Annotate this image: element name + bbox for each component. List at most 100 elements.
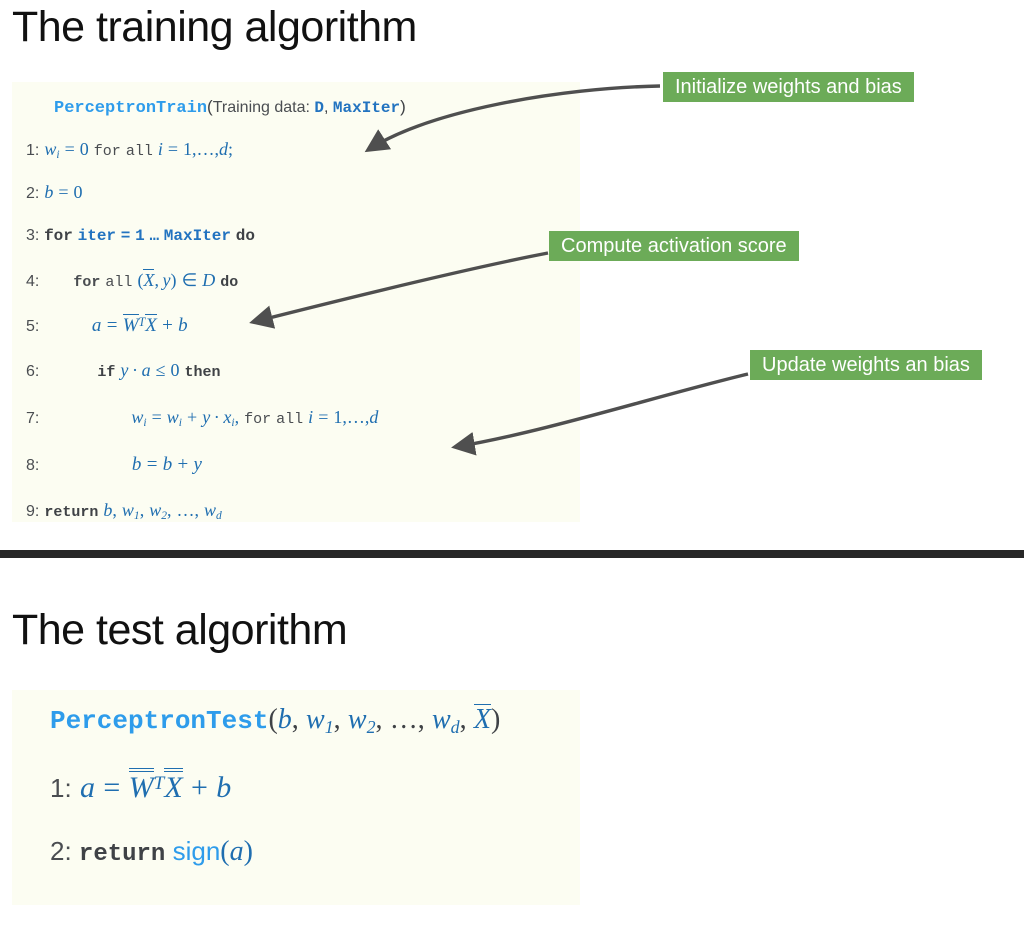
code-line-6: 6: if y · a ≤ 0 then: [26, 360, 221, 381]
line-number-1: 1:: [26, 142, 40, 159]
token-equals-3: =: [58, 182, 69, 202]
slide-divider: [0, 550, 1024, 558]
test-token-a: a: [80, 771, 96, 804]
token-d: d: [219, 139, 229, 159]
signature-arg-label: Training data:: [212, 99, 310, 116]
test-comma-1: ,: [291, 704, 299, 735]
token-maxiter: MaxIter: [163, 227, 232, 245]
token-comma-3: ,: [112, 500, 117, 520]
token-b-2: b: [178, 315, 188, 336]
signature-close-paren: ): [400, 97, 406, 116]
token-i: i: [157, 139, 163, 159]
keyword-do-2: do: [220, 274, 239, 291]
test-comma-4: ,: [417, 704, 425, 735]
token-equals-6: =: [151, 407, 162, 427]
token-zero-3: 0: [170, 360, 180, 380]
token-equals: =: [64, 139, 75, 159]
code-line-2: 2: b = 0: [26, 182, 83, 203]
training-slide: The training algorithm PerceptronTrain(T…: [0, 0, 1024, 552]
test-token-a-arg: a: [229, 836, 244, 867]
token-x-i: xi: [223, 407, 235, 430]
token-in: ∈: [181, 270, 198, 290]
token-w-i-3: wi: [166, 407, 182, 430]
code-line-1: 1: wi = 0 for all i = 1,…,d;: [26, 139, 233, 161]
test-token-W-bar-T: WT: [128, 768, 164, 804]
test-line-number-1: 1:: [50, 773, 72, 803]
test-token-lparen: (: [220, 836, 230, 867]
test-code-line-1: 1: a = WTX + b: [50, 768, 231, 805]
training-code-panel: PerceptronTrain(Training data: D, MaxIte…: [12, 82, 580, 522]
token-dot: ·: [128, 360, 142, 380]
test-signature-close-paren: ): [490, 704, 501, 735]
keyword-then: then: [184, 364, 221, 381]
token-comma-5: ,: [166, 500, 172, 520]
test-token-sign: sign: [172, 836, 221, 866]
code-line-7: 7: wi = wi + y · xi, for all i = 1,…,d: [26, 407, 378, 429]
token-w-1: w1: [121, 500, 140, 523]
token-plus-2: +: [187, 407, 198, 427]
code-line-3: 3: for iter = 1 … MaxIter do: [26, 225, 255, 245]
test-comma-5: ,: [459, 704, 467, 735]
token-zero: 0: [79, 139, 89, 159]
training-signature: PerceptronTrain(Training data: D, MaxIte…: [54, 97, 406, 118]
code-line-5: 5: a = WTX + b: [26, 314, 188, 337]
token-ellipsis: …: [149, 227, 160, 245]
code-line-9: 9: return b, w1, w2, …, wd: [26, 500, 222, 522]
token-all: all: [125, 143, 153, 160]
test-keyword-return: return: [78, 841, 166, 868]
test-code-panel: PerceptronTest(b, w1, w2, …, wd, X) 1: a…: [12, 690, 580, 905]
function-name-perceptron-train: PerceptronTrain: [54, 99, 208, 118]
token-y-3: y: [202, 407, 211, 427]
test-arg-w-1: w1: [306, 704, 334, 738]
token-semicolon: ;: [228, 139, 234, 159]
token-w-d: wd: [204, 500, 222, 523]
token-for-3: for: [244, 411, 272, 428]
line-number-5: 5:: [26, 318, 40, 335]
token-X-bar: X: [143, 269, 155, 290]
test-comma-2: ,: [333, 704, 341, 735]
token-d-2: d: [369, 407, 379, 427]
token-plus: +: [162, 315, 173, 336]
token-b-4: b: [162, 454, 173, 475]
token-ellipsis-2: …: [176, 500, 195, 520]
keyword-for: for: [44, 227, 73, 245]
test-signature: PerceptronTest(b, w1, w2, …, wd, X): [50, 704, 500, 738]
test-comma-3: ,: [375, 704, 383, 735]
code-line-4: 4: for all (X, y) ∈ D do: [26, 269, 238, 291]
code-line-8: 8: b = b + y: [26, 454, 202, 476]
token-comma-4: ,: [139, 500, 145, 520]
test-arg-w-2: w2: [347, 704, 376, 738]
test-token-plus: +: [190, 771, 208, 804]
test-token-equals: =: [103, 771, 121, 804]
token-w-i-2: wi: [131, 407, 147, 430]
test-slide: The test algorithm PerceptronTest(b, w1,…: [0, 558, 1024, 938]
token-X-bar-2: X: [145, 314, 157, 336]
signature-arg-d: D: [314, 99, 325, 117]
token-comma-6: ,: [194, 500, 200, 520]
token-equals-4: =: [120, 227, 131, 245]
line-number-4: 4:: [26, 273, 40, 290]
test-signature-open-paren: (: [268, 704, 278, 735]
token-a-2: a: [141, 360, 151, 380]
token-iter: iter: [77, 227, 117, 245]
line-number-7: 7:: [26, 410, 40, 427]
token-for: for: [93, 143, 121, 160]
token-range-2: 1,…,: [333, 407, 370, 427]
token-all-2: all: [105, 274, 133, 291]
test-code-line-2: 2: return sign(a): [50, 836, 253, 868]
test-arg-w-d: wd: [431, 704, 460, 738]
test-token-b: b: [216, 771, 232, 804]
test-line-number-2: 2:: [50, 836, 72, 866]
callout-compute-activation-score: Compute activation score: [549, 231, 799, 261]
token-equals-7: =: [318, 407, 329, 427]
token-D: D: [202, 270, 216, 290]
token-w-i: wi: [44, 139, 60, 162]
token-b: b: [44, 182, 54, 202]
token-one: 1: [135, 227, 145, 245]
signature-arg-maxiter: MaxIter: [332, 99, 401, 117]
test-token-rparen: ): [243, 836, 253, 867]
token-rparen: ): [170, 270, 177, 290]
line-number-9: 9:: [26, 503, 40, 520]
token-leq: ≤: [155, 360, 166, 380]
token-plus-3: +: [177, 454, 189, 475]
